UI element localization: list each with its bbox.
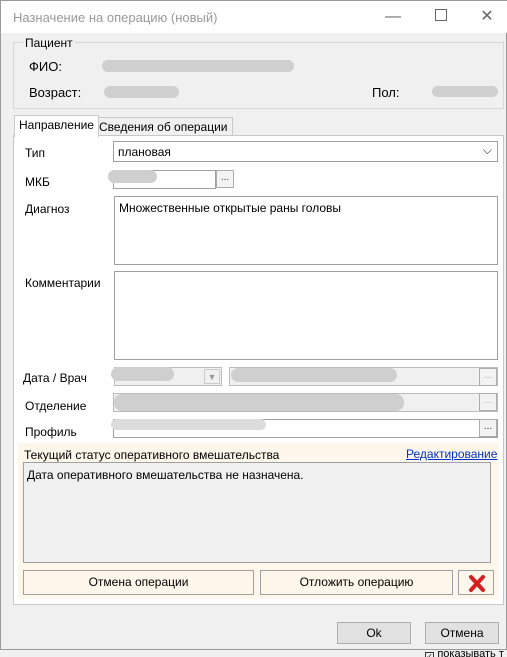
- minimize-button[interactable]: —: [373, 5, 413, 29]
- close-icon: ✕: [480, 8, 494, 25]
- department-lookup-button[interactable]: ...: [479, 393, 497, 411]
- title-bar[interactable]: Назначение на операцию (новый) — ✕: [1, 1, 507, 33]
- tab-napravlenie[interactable]: Направление: [14, 115, 99, 137]
- sex-label: Пол:: [372, 85, 400, 100]
- sex-value-redacted: [432, 86, 498, 97]
- age-label: Возраст:: [29, 85, 82, 100]
- diagnosis-textarea[interactable]: Множественные открытые раны головы: [114, 196, 498, 265]
- profile-label: Профиль: [25, 425, 77, 439]
- diagnosis-label: Диагноз: [25, 202, 70, 216]
- date-value-redacted: [111, 367, 174, 381]
- comments-textarea[interactable]: [114, 271, 498, 360]
- mkb-value-redacted: [108, 170, 157, 183]
- chevron-down-icon: ⌵: [482, 143, 492, 157]
- cancel-operation-button[interactable]: Отмена операции: [23, 570, 254, 595]
- ok-button[interactable]: Ok: [337, 622, 411, 644]
- fio-value-redacted: [102, 60, 294, 72]
- profile-value-redacted: [111, 419, 266, 430]
- cancel-button[interactable]: Отмена: [425, 622, 499, 644]
- department-value-redacted: [114, 394, 404, 411]
- chevron-down-icon: ▼: [207, 372, 217, 382]
- background-checkbox-icon: ✓: [425, 652, 434, 657]
- delete-button[interactable]: [458, 570, 494, 595]
- type-label: Тип: [25, 146, 46, 160]
- maximize-icon: [435, 9, 447, 21]
- dialog-window: Назначение на операцию (новый) — ✕ Пацие…: [0, 0, 507, 650]
- doctor-lookup-button[interactable]: ...: [479, 368, 497, 386]
- status-text: Дата оперативного вмешательства не назна…: [27, 468, 304, 482]
- patient-group: Пациент: [13, 36, 504, 109]
- status-title: Текущий статус оперативного вмешательств…: [24, 448, 280, 462]
- close-button[interactable]: ✕: [467, 5, 507, 29]
- comments-label: Комментарии: [25, 276, 101, 290]
- type-select[interactable]: плановая ⌵: [113, 141, 498, 162]
- edit-status-link[interactable]: Редактирование: [406, 447, 497, 461]
- tab-operation-details[interactable]: Сведения об операции: [94, 117, 233, 135]
- department-label: Отделение: [25, 399, 87, 413]
- profile-lookup-button[interactable]: ...: [479, 419, 497, 437]
- maximize-button[interactable]: [421, 5, 461, 29]
- type-select-value: плановая: [118, 145, 171, 159]
- patient-group-label: Пациент: [23, 36, 75, 50]
- postpone-operation-button[interactable]: Отложить операцию: [260, 570, 453, 595]
- fio-label: ФИО:: [29, 59, 62, 74]
- date-doctor-label: Дата / Врач: [23, 371, 87, 385]
- date-dropdown-button[interactable]: ▼: [204, 369, 220, 384]
- doctor-value-redacted: [231, 368, 397, 382]
- delete-x-icon: [469, 575, 485, 592]
- minimize-icon: —: [385, 8, 401, 25]
- mkb-lookup-button[interactable]: ...: [216, 170, 234, 188]
- status-textarea[interactable]: Дата оперативного вмешательства не назна…: [23, 462, 491, 563]
- window-title: Назначение на операцию (новый): [13, 10, 218, 25]
- age-value-redacted: [104, 86, 179, 98]
- mkb-label: МКБ: [25, 175, 50, 189]
- diagnosis-text: Множественные открытые раны головы: [119, 201, 342, 215]
